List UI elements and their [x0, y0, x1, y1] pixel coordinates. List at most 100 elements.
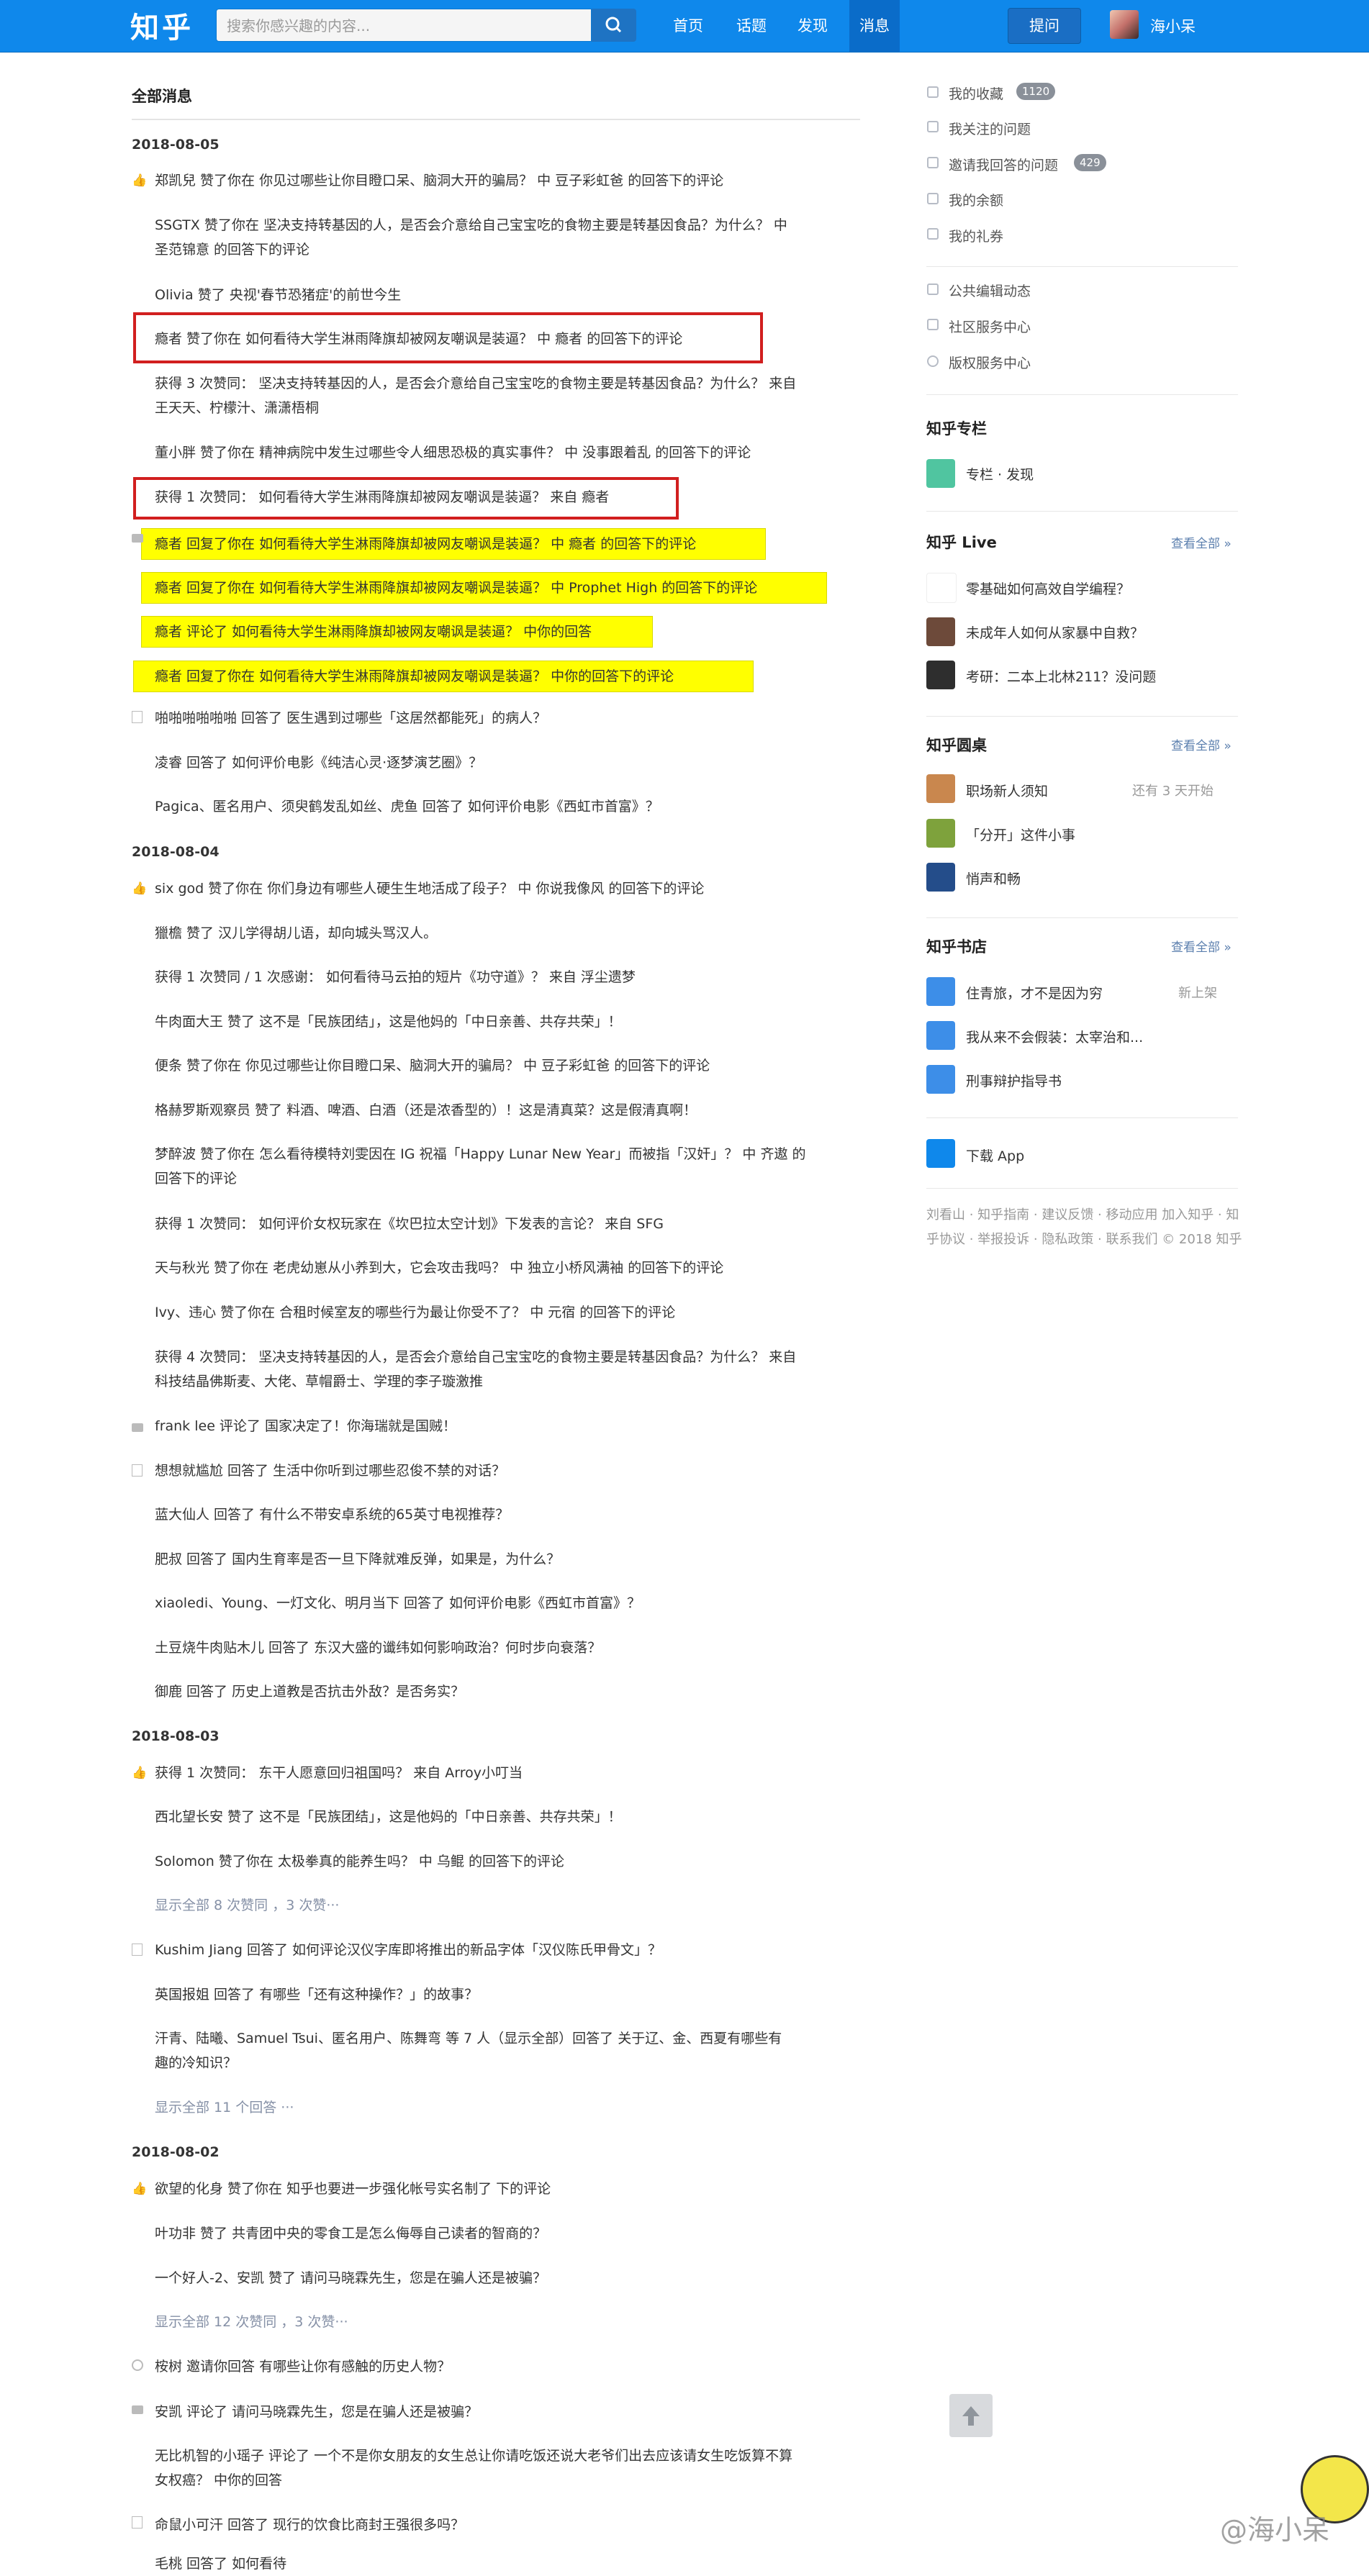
- notification-item[interactable]: 欲望的化身 赞了你在 知乎也要进一步强化帐号实名制了 下的评论: [155, 2177, 857, 2201]
- notification-item[interactable]: 郑凯兒 赞了你在 你见过哪些让你目瞪口呆、脑洞大开的骗局？ 中 豆子彩虹爸 的回…: [155, 168, 857, 193]
- notification-item-cont[interactable]: 圣范锦意 的回答下的评论: [155, 237, 857, 262]
- sidebar-community-center[interactable]: 社区服务中心: [949, 317, 1031, 336]
- bookstore-view-all[interactable]: 查看全部 »: [1171, 937, 1232, 955]
- zhihu-logo[interactable]: 知乎: [130, 4, 194, 46]
- notification-item-cont[interactable]: 王天天、柠檬汁、潇潇梧桐: [155, 396, 857, 420]
- sidebar-coupons[interactable]: 我的礼券: [949, 226, 1003, 245]
- nav-topics[interactable]: 话题: [736, 0, 780, 52]
- sidebar-balance[interactable]: 我的余额: [949, 190, 1003, 209]
- footer-links[interactable]: 刘看山 · 知乎指南 · 建议反馈 · 移动应用 加入知乎 · 知乎协议 · 举…: [926, 1203, 1243, 1252]
- notification-item[interactable]: Kushim Jiang 回答了 如何评论汉仪字库即将推出的新品字体「汉仪陈氏甲…: [155, 1938, 857, 1962]
- notification-item[interactable]: 瘾者 回复了你在 如何看待大学生淋雨降旗却被网友嘲讽是装逼？ 中 Prophet…: [155, 576, 857, 600]
- notification-item[interactable]: 获得 1 次赞同： 如何看待大学生淋雨降旗却被网友嘲讽是装逼？ 来自 瘾者: [155, 485, 857, 509]
- nav-home[interactable]: 首页: [673, 0, 716, 52]
- notification-item-cont[interactable]: 回答下的评论: [155, 1166, 857, 1191]
- sidebar-invited-questions[interactable]: 邀请我回答的问题: [949, 155, 1058, 174]
- notification-item[interactable]: 便条 赞了你在 你见过哪些让你目瞪口呆、脑洞大开的骗局？ 中 豆子彩虹爸 的回答…: [155, 1053, 857, 1078]
- nav-messages[interactable]: 消息: [849, 0, 900, 52]
- notification-item[interactable]: 瘾者 回复了你在 如何看待大学生淋雨降旗却被网友嘲讽是装逼？ 中你的回答下的评论: [155, 664, 857, 689]
- notification-item[interactable]: Solomon 赞了你在 太极拳真的能养生吗？ 中 乌鲲 的回答下的评论: [155, 1849, 857, 1874]
- notification-item[interactable]: 无比机智的小瑶子 评论了 一个不是你女朋友的女生总让你请吃饭还说大老爷们出去应该…: [155, 2444, 857, 2468]
- notification-item[interactable]: 天与秋光 赞了你在 老虎幼崽从小养到大，它会攻击我吗？ 中 独立小桥风满袖 的回…: [155, 1256, 857, 1280]
- show-all-link[interactable]: 显示全部 8 次赞同 ，3 次赞···: [155, 1893, 857, 1918]
- search-button[interactable]: [592, 9, 636, 42]
- notification-item[interactable]: 汗青、陆曦、Samuel Tsui、匿名用户、陈舞弯 等 7 人（显示全部）回答…: [155, 2026, 857, 2051]
- notification-item[interactable]: 获得 1 次赞同 / 1 次感谢： 如何看待马云拍的短片《功守道》？ 来自 浮尘…: [155, 965, 857, 989]
- thumbs-up-icon: 👍: [132, 2182, 148, 2196]
- notification-item[interactable]: 获得 4 次赞同： 坚决支持转基因的人，是否会介意给自己宝宝吃的食物主要是转基因…: [155, 1345, 857, 1369]
- date-heading: 2018-08-05: [132, 137, 220, 153]
- roundtable-view-all[interactable]: 查看全部 »: [1171, 735, 1232, 753]
- avatar[interactable]: [1110, 10, 1139, 39]
- search-icon: [605, 17, 622, 33]
- notification-item[interactable]: 获得 1 次赞同： 东干人愿意回归祖国吗？ 来自 Arroy小叮当: [155, 1761, 857, 1785]
- book-thumb: [926, 1065, 955, 1094]
- nav-explore[interactable]: 发现: [798, 0, 841, 52]
- live-view-all[interactable]: 查看全部 »: [1171, 533, 1232, 551]
- column-discover[interactable]: 专栏 · 发现: [966, 464, 1034, 484]
- notification-item[interactable]: 肥叔 回答了 国内生育率是否一旦下降就难反弹，如果是，为什么？: [155, 1547, 857, 1572]
- notification-item[interactable]: 一个好人-2、安凯 赞了 请问马晓霖先生，您是在骗人还是被骗？: [155, 2266, 857, 2290]
- date-heading: 2018-08-04: [132, 844, 220, 860]
- notification-item[interactable]: 想想就尴尬 回答了 生活中你听到过哪些忍俊不禁的对话？: [155, 1459, 857, 1483]
- notification-item[interactable]: 啪啪啪啪啪啪 回答了 医生遇到过哪些「这居然都能死」的病人？: [155, 706, 857, 730]
- show-all-link[interactable]: 显示全部 11 个回答 ···: [155, 2095, 857, 2120]
- live-item[interactable]: 零基础如何高效自学编程？: [966, 579, 1130, 598]
- book-item[interactable]: 住青旅，才不是因为穷: [966, 983, 1103, 1002]
- notification-item-cont[interactable]: 科技结晶佛斯麦、大佬、草帽爵士、学理的李子璇激推: [155, 1369, 857, 1394]
- live-item[interactable]: 考研：二本上北林211？没问题: [966, 666, 1156, 686]
- book-item[interactable]: 刑事辩护指导书: [966, 1071, 1062, 1090]
- notification-item[interactable]: 获得 1 次赞同： 如何评价女权玩家在《坎巴拉太空计划》下发表的言论？ 来自 S…: [155, 1212, 857, 1236]
- download-app[interactable]: 下载 App: [966, 1146, 1024, 1165]
- notification-item[interactable]: 瘾者 赞了你在 如何看待大学生淋雨降旗却被网友嘲讽是装逼？ 中 瘾者 的回答下的…: [155, 327, 857, 351]
- home-icon: [927, 319, 939, 330]
- user-name[interactable]: 海小呆: [1150, 15, 1196, 37]
- notification-item[interactable]: Pagica、匿名用户、须臾鹤发乱如丝、虎鱼 回答了 如何评价电影《西虹市首富》…: [155, 794, 857, 819]
- notification-item[interactable]: Olivia 赞了 央视'春节恐猪症'的前世今生: [155, 283, 857, 307]
- notification-item[interactable]: 獵檐 赞了 汉儿学得胡儿语，却向城头骂汉人。: [155, 921, 857, 945]
- back-to-top-button[interactable]: [949, 2394, 993, 2437]
- notification-item[interactable]: six god 赞了你在 你们身边有哪些人硬生生地活成了段子？ 中 你说我像风 …: [155, 876, 857, 901]
- notification-item[interactable]: 蓝大仙人 回答了 有什么不带安卓系统的65英寸电视推荐？: [155, 1502, 857, 1527]
- notification-item[interactable]: 命鼠小可汗 回答了 现行的饮食比商封王强很多吗？: [155, 2513, 857, 2537]
- notification-item[interactable]: 英国报姐 回答了 有哪些「还有这种操作？」的故事？: [155, 1982, 857, 2007]
- notification-item[interactable]: 安凯 评论了 请问马晓霖先生，您是在骗人还是被骗？: [155, 2400, 857, 2424]
- notification-item[interactable]: 瘾者 评论了 如何看待大学生淋雨降旗却被网友嘲讽是装逼？ 中你的回答: [155, 620, 857, 644]
- sidebar-copyright-center[interactable]: 版权服务中心: [949, 353, 1031, 372]
- notification-item[interactable]: xiaoledi、Young、一灯文化、明月当下 回答了 如何评价电影《西虹市首…: [155, 1591, 857, 1615]
- notification-item[interactable]: 桉树 邀请你回答 有哪些让你有感触的历史人物？: [155, 2354, 857, 2379]
- notification-item[interactable]: 毛桃 回答了 如何看待: [155, 2552, 857, 2576]
- notification-item[interactable]: 西北望长安 赞了 这不是「民族团结」，这是他妈的「中日亲善、共存共荣」！: [155, 1805, 857, 1829]
- notification-item[interactable]: Ivy、违心 赞了你在 合租时候室友的哪些行为最让你受不了？ 中 元宿 的回答下…: [155, 1300, 857, 1325]
- roundtable-thumb: [926, 819, 955, 848]
- notification-item[interactable]: 土豆烧牛肉贴木儿 回答了 东汉大盛的谶纬如何影响政治？何时步向衰落？: [155, 1636, 857, 1660]
- notification-item[interactable]: 叶功非 赞了 共青团中央的零食工是怎么侮辱自己读者的智商的？: [155, 2221, 857, 2246]
- notification-item[interactable]: frank lee 评论了 国家决定了！你海瑞就是国贼！: [155, 1414, 857, 1438]
- answer-icon: [132, 2516, 143, 2529]
- notification-item[interactable]: 瘾者 回复了你在 如何看待大学生淋雨降旗却被网友嘲讽是装逼？ 中 瘾者 的回答下…: [155, 532, 857, 556]
- roundtable-item[interactable]: 悄声和畅: [966, 869, 1021, 888]
- ask-button[interactable]: 提问: [1008, 8, 1081, 44]
- search-input[interactable]: 搜索你感兴趣的内容...: [216, 9, 592, 42]
- date-heading: 2018-08-03: [132, 1728, 220, 1744]
- live-item[interactable]: 未成年人如何从家暴中自救？: [966, 622, 1144, 642]
- sidebar-public-edits[interactable]: 公共编辑动态: [949, 281, 1031, 300]
- notification-item[interactable]: SSGTX 赞了你在 坚决支持转基因的人，是否会介意给自己宝宝吃的食物主要是转基…: [155, 213, 857, 237]
- book-item[interactable]: 我从来不会假装：太宰治和...: [966, 1027, 1143, 1046]
- show-all-link[interactable]: 显示全部 12 次赞同 ，3 次赞···: [155, 2310, 857, 2334]
- notification-item[interactable]: 御鹿 回答了 历史上道教是否抗击外敌？是否务实？: [155, 1679, 857, 1704]
- roundtable-item[interactable]: 「分开」这件小事: [966, 825, 1075, 844]
- notification-item[interactable]: 获得 3 次赞同： 坚决支持转基因的人，是否会介意给自己宝宝吃的食物主要是转基因…: [155, 371, 857, 396]
- notification-item[interactable]: 董小胖 赞了你在 精神病院中发生过哪些令人细思恐极的真实事件？ 中 没事跟着乱 …: [155, 440, 857, 465]
- notification-item[interactable]: 牛肉面大王 赞了 这不是「民族团结」，这是他妈的「中日亲善、共存共荣」！: [155, 1010, 857, 1034]
- notification-item[interactable]: 梦醉波 赞了你在 怎么看待模特刘雯因在 IG 祝福「Happy Lunar Ne…: [155, 1142, 857, 1166]
- sidebar-collections[interactable]: 我的收藏: [949, 83, 1003, 103]
- roundtable-item[interactable]: 职场新人须知: [966, 781, 1048, 800]
- notification-item[interactable]: 格赫罗斯观察员 赞了 料酒、啤酒、白酒（还是浓香型的）！这是清真菜？这是假清真啊…: [155, 1098, 857, 1123]
- date-heading: 2018-08-02: [132, 2144, 220, 2160]
- notification-item-cont[interactable]: 趣的冷知识？: [155, 2051, 857, 2075]
- notification-item-cont[interactable]: 女权癌？ 中你的回答: [155, 2468, 857, 2493]
- live-thumb: [926, 573, 957, 603]
- sidebar-followed-questions[interactable]: 我关注的问题: [949, 119, 1031, 138]
- notification-item[interactable]: 凌睿 回答了 如何评价电影《纯洁心灵·逐梦演艺圈》？: [155, 750, 857, 775]
